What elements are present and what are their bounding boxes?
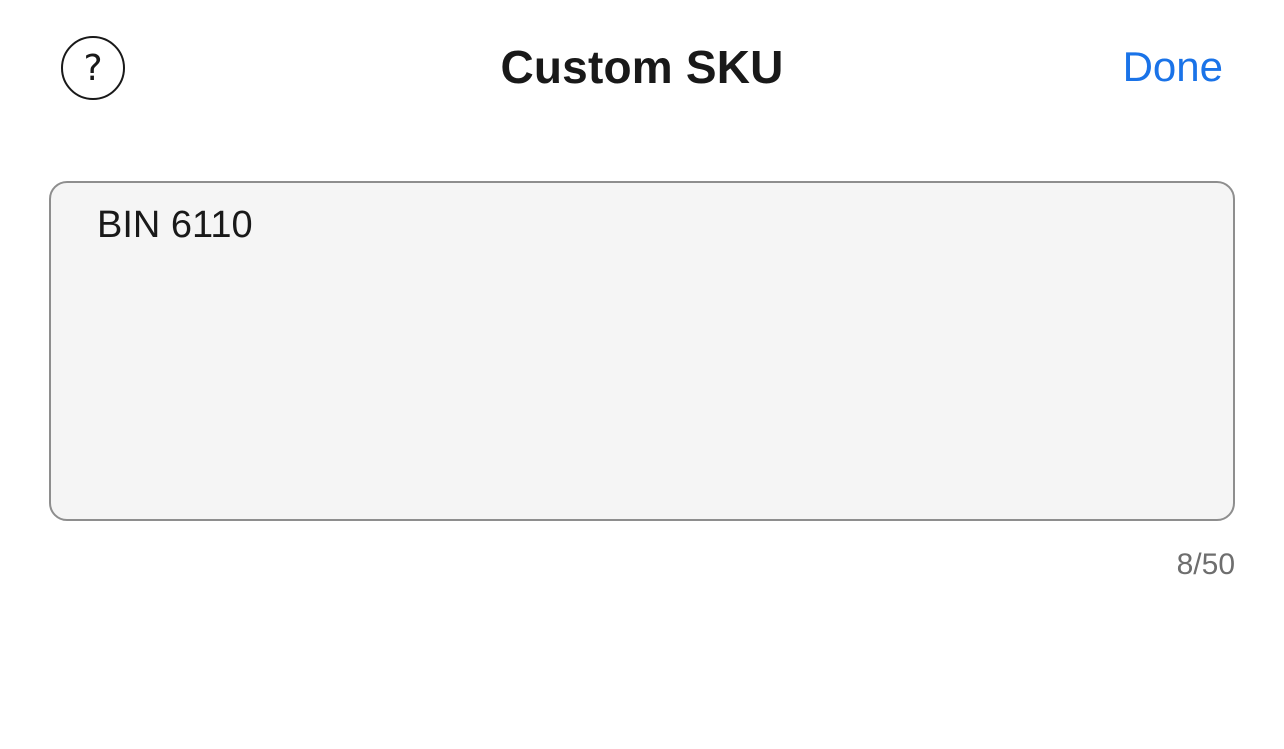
custom-sku-value[interactable]: BIN 6110 xyxy=(97,199,1187,251)
custom-sku-input[interactable]: BIN 6110 xyxy=(49,181,1235,521)
done-button[interactable]: Done xyxy=(1123,38,1223,96)
page-title: Custom SKU xyxy=(500,41,784,93)
top-bar: ? Custom SKU Done xyxy=(0,0,1284,134)
character-counter: 8/50 xyxy=(1176,548,1235,581)
